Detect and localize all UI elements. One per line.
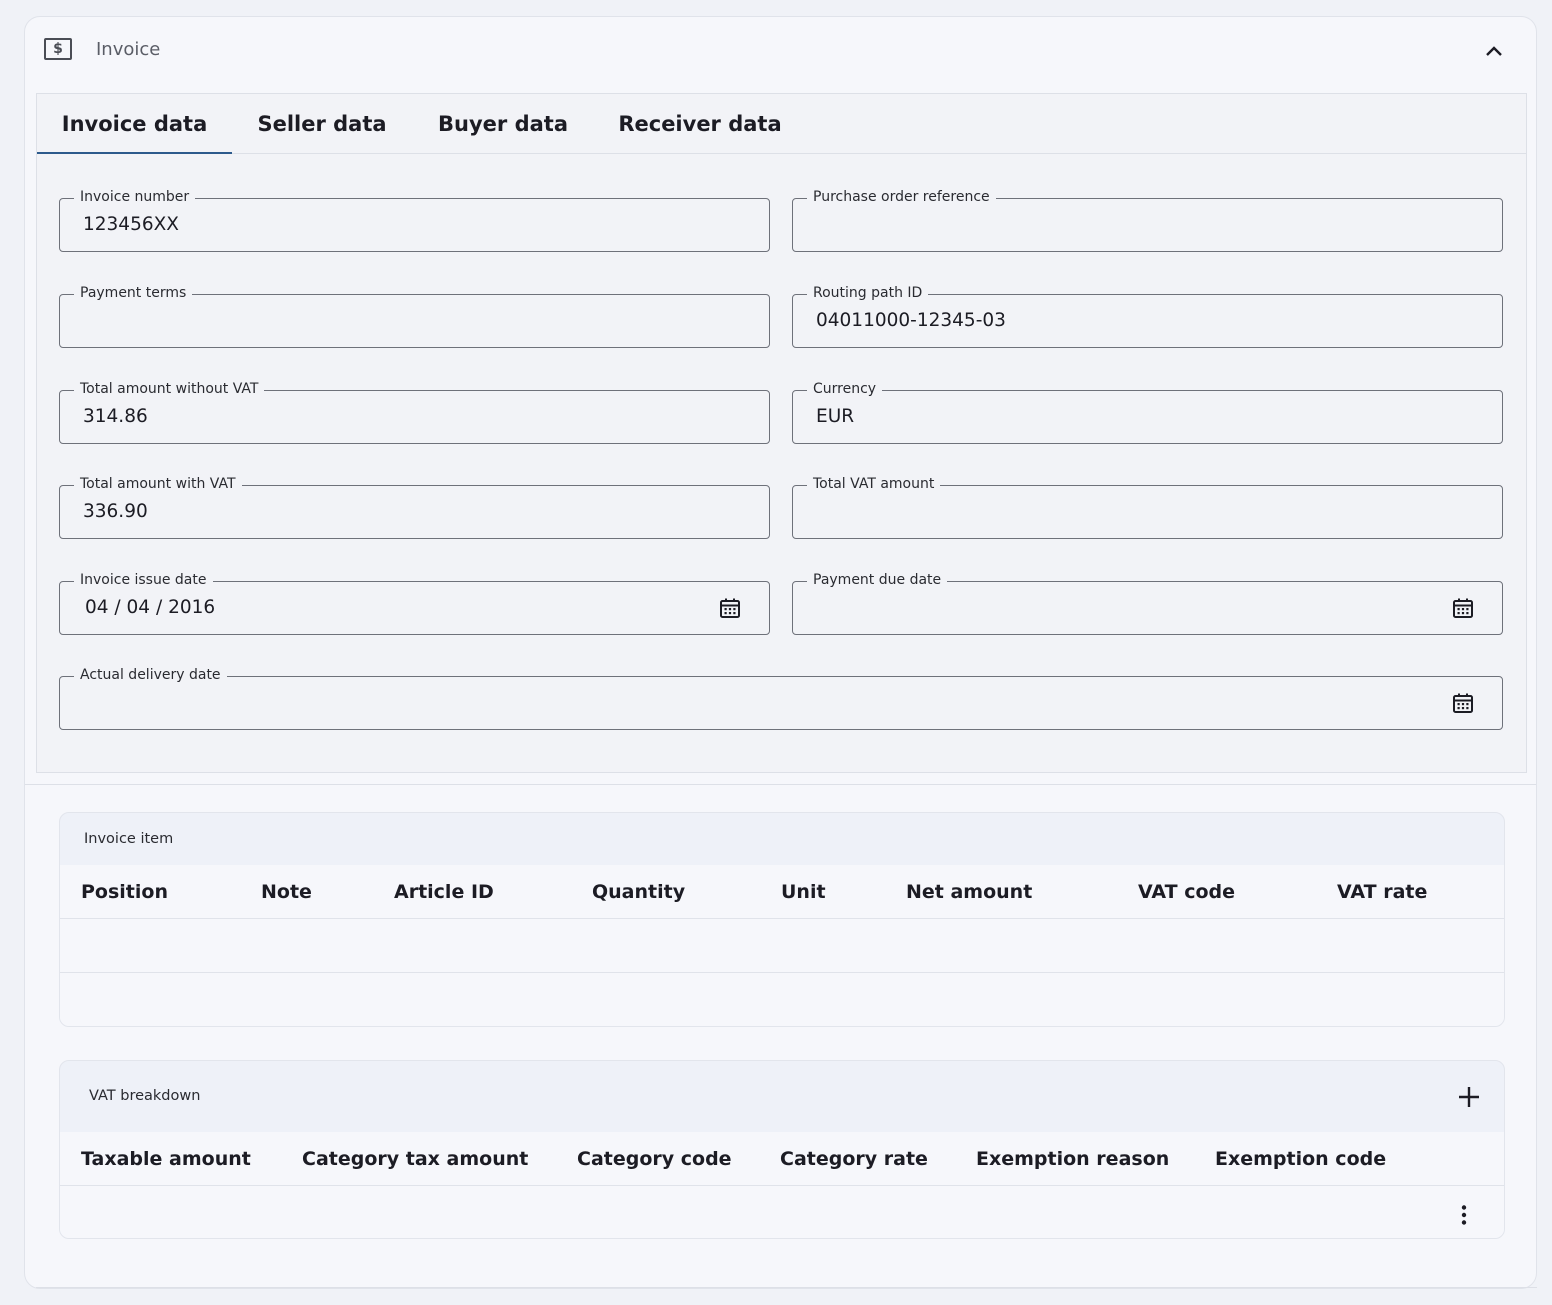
invoice-item-title: Invoice item: [84, 831, 174, 847]
field-label: Actual delivery date: [74, 667, 227, 683]
calendar-icon[interactable]: [719, 597, 741, 619]
invoice-item-table-header: Position Note Article ID Quantity Unit N…: [60, 865, 1504, 919]
column-header[interactable]: Category tax amount: [302, 1148, 528, 1170]
field-label: Total VAT amount: [807, 476, 941, 492]
invoice-number-field[interactable]: Invoice number 123456XX: [59, 189, 770, 252]
field-label: Invoice issue date: [74, 572, 213, 588]
purchase-order-reference-field[interactable]: Purchase order reference: [792, 189, 1503, 252]
calendar-icon[interactable]: [1452, 597, 1474, 619]
column-header[interactable]: Unit: [781, 881, 826, 903]
more-options-icon[interactable]: [1452, 1203, 1476, 1227]
panel-header[interactable]: $ Invoice: [25, 17, 1536, 85]
section-divider: [25, 784, 1536, 785]
total-without-vat-field[interactable]: Total amount without VAT 314.86: [59, 381, 770, 444]
invoice-panel: $ Invoice Invoice data Seller data Buyer…: [24, 16, 1537, 1289]
money-icon: $: [44, 38, 72, 60]
field-value: 04 / 04 / 2016: [85, 597, 216, 618]
calendar-icon[interactable]: [1452, 692, 1474, 714]
total-with-vat-field[interactable]: Total amount with VAT 336.90: [59, 476, 770, 539]
column-header[interactable]: Category code: [577, 1148, 732, 1170]
column-header[interactable]: Article ID: [394, 881, 494, 903]
tab-seller-data[interactable]: Seller data: [232, 94, 412, 154]
field-value: 123456XX: [83, 214, 179, 235]
actual-delivery-date-field[interactable]: Actual delivery date: [59, 667, 1503, 730]
invoice-issue-date-field[interactable]: Invoice issue date 04 / 04 / 2016: [59, 572, 770, 635]
table-row[interactable]: [60, 973, 1504, 1026]
tab-invoice-data[interactable]: Invoice data: [37, 94, 232, 154]
column-header[interactable]: Category rate: [780, 1148, 928, 1170]
field-label: Total amount with VAT: [74, 476, 242, 492]
field-label: Invoice number: [74, 189, 196, 205]
vat-breakdown-card: VAT breakdown Taxable amount Category ta…: [59, 1060, 1505, 1239]
tab-receiver-data[interactable]: Receiver data: [594, 94, 806, 154]
field-value: 336.90: [83, 501, 148, 522]
table-row[interactable]: [60, 919, 1504, 973]
bottom-divider: [36, 1287, 1537, 1288]
field-value: EUR: [816, 406, 855, 427]
field-label: Purchase order reference: [807, 189, 996, 205]
payment-terms-field[interactable]: Payment terms: [59, 285, 770, 348]
column-header[interactable]: Position: [81, 881, 168, 903]
vat-breakdown-table-header: Taxable amount Category tax amount Categ…: [60, 1132, 1504, 1186]
column-header[interactable]: Quantity: [592, 881, 685, 903]
routing-path-id-field[interactable]: Routing path ID 04011000-12345-03: [792, 285, 1503, 348]
column-header[interactable]: Net amount: [906, 881, 1032, 903]
field-value: 04011000-12345-03: [816, 310, 1006, 331]
table-row[interactable]: [60, 1186, 1504, 1238]
field-label: Payment due date: [807, 572, 948, 588]
column-header[interactable]: Taxable amount: [81, 1148, 251, 1170]
field-label: Payment terms: [74, 285, 193, 301]
invoice-item-card: Invoice item Position Note Article ID Qu…: [59, 812, 1505, 1027]
tab-buyer-data[interactable]: Buyer data: [412, 94, 594, 154]
column-header[interactable]: Note: [261, 881, 312, 903]
chevron-up-icon[interactable]: [1482, 41, 1506, 61]
field-label: Total amount without VAT: [74, 381, 265, 397]
vat-breakdown-title: VAT breakdown: [89, 1088, 201, 1104]
add-icon[interactable]: [1457, 1085, 1481, 1109]
column-header[interactable]: VAT rate: [1337, 881, 1427, 903]
column-header[interactable]: Exemption code: [1215, 1148, 1386, 1170]
field-label: Currency: [807, 381, 883, 397]
field-value: 314.86: [83, 406, 148, 427]
column-header[interactable]: Exemption reason: [976, 1148, 1169, 1170]
column-header[interactable]: VAT code: [1138, 881, 1235, 903]
total-vat-amount-field[interactable]: Total VAT amount: [792, 476, 1503, 539]
panel-title: Invoice: [96, 39, 161, 60]
tabbar: Invoice data Seller data Buyer data Rece…: [37, 94, 1526, 154]
field-label: Routing path ID: [807, 285, 929, 301]
payment-due-date-field[interactable]: Payment due date: [792, 572, 1503, 635]
tabs-area: Invoice data Seller data Buyer data Rece…: [36, 93, 1527, 773]
currency-field[interactable]: Currency EUR: [792, 381, 1503, 444]
